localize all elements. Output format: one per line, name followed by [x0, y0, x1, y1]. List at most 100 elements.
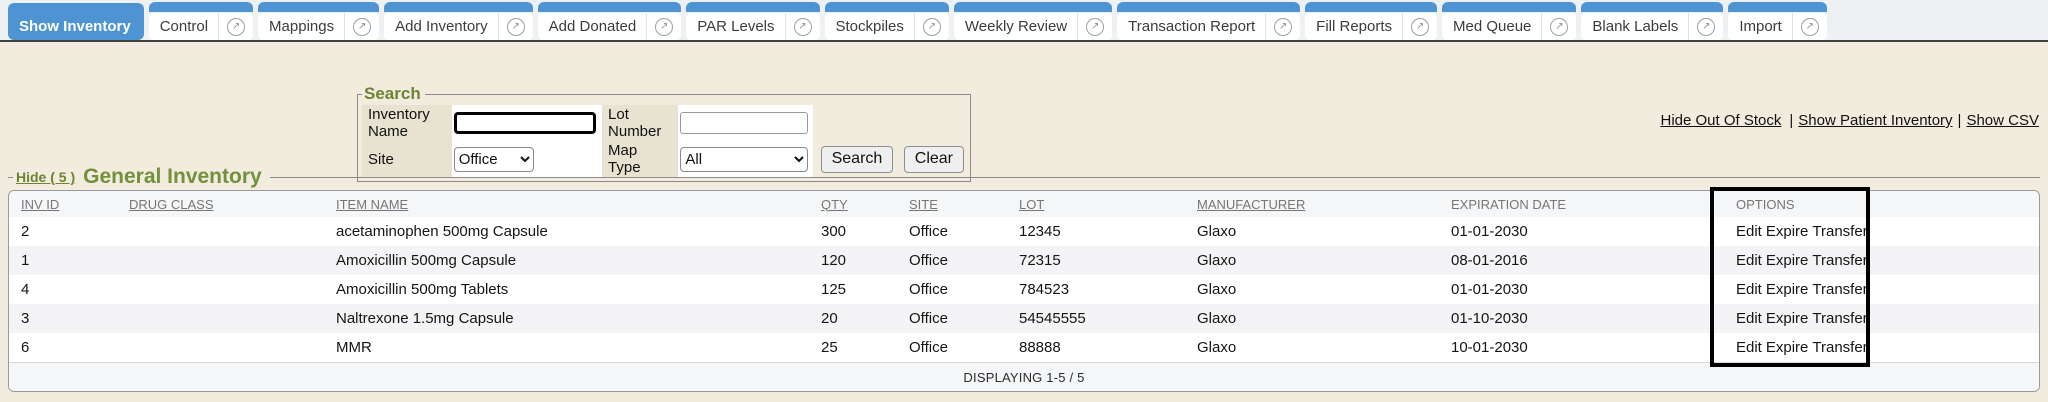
- cell-expiration_date: 01-01-2030: [1451, 223, 1713, 240]
- inventory-name-label: Inventory Name: [362, 105, 452, 141]
- row-action-expire[interactable]: Expire: [1766, 281, 1809, 298]
- row-action-expire[interactable]: Expire: [1766, 310, 1809, 327]
- col-header-drug_class[interactable]: DRUG CLASS: [129, 197, 336, 212]
- cell-expiration_date: 01-10-2030: [1451, 310, 1713, 327]
- tab-top-accent: [258, 2, 379, 12]
- row-action-transfer[interactable]: Transfer: [1812, 310, 1867, 327]
- open-new-window-icon[interactable]: ↗: [1411, 18, 1429, 36]
- tab-divider: [1265, 13, 1266, 40]
- cell-options: EditExpireTransfer: [1713, 281, 1869, 298]
- tab-add-inventory[interactable]: Add Inventory ↗: [384, 2, 533, 40]
- col-header-inv_id[interactable]: INV ID: [9, 197, 129, 212]
- open-new-window-icon[interactable]: ↗: [794, 18, 812, 36]
- row-action-edit[interactable]: Edit: [1736, 223, 1762, 240]
- open-new-window-icon[interactable]: ↗: [1550, 18, 1568, 36]
- tab-label: Add Inventory: [395, 18, 488, 35]
- tab-body-import[interactable]: Import ↗: [1728, 13, 1827, 40]
- tab-body-weekly-review[interactable]: Weekly Review↗: [954, 13, 1112, 40]
- open-new-window-icon[interactable]: ↗: [507, 18, 525, 36]
- row-action-edit[interactable]: Edit: [1736, 310, 1762, 327]
- tab-body-show-inventory[interactable]: Show Inventory: [8, 13, 144, 40]
- tab-divider: [1077, 13, 1078, 40]
- tab-body-fill-reports[interactable]: Fill Reports↗: [1305, 13, 1437, 40]
- tab-body-transaction-report[interactable]: Transaction Report ↗: [1117, 13, 1300, 40]
- col-header-lot[interactable]: LOT: [1019, 197, 1197, 212]
- open-new-window-icon[interactable]: ↗: [1274, 18, 1292, 36]
- cell-site: Office: [909, 310, 1019, 327]
- tab-top-accent: [1117, 2, 1300, 12]
- open-new-window-icon[interactable]: ↗: [1801, 18, 1819, 36]
- row-action-transfer[interactable]: Transfer: [1812, 223, 1867, 240]
- row-action-expire[interactable]: Expire: [1766, 252, 1809, 269]
- tab-divider: [344, 13, 345, 40]
- tab-control[interactable]: Control↗: [149, 2, 253, 40]
- col-header-qty[interactable]: QTY: [821, 197, 909, 212]
- open-new-window-icon[interactable]: ↗: [655, 18, 673, 36]
- tab-body-add-inventory[interactable]: Add Inventory ↗: [384, 13, 533, 40]
- row-action-transfer[interactable]: Transfer: [1812, 281, 1867, 298]
- col-header-manufacturer[interactable]: MANUFACTURER: [1197, 197, 1451, 212]
- open-new-window-icon[interactable]: ↗: [227, 18, 245, 36]
- tab-body-par-levels[interactable]: PAR Levels ↗: [686, 13, 819, 40]
- cell-options: EditExpireTransfer: [1713, 310, 1869, 327]
- tab-divider: [1541, 13, 1542, 40]
- tab-mappings[interactable]: Mappings↗: [258, 2, 379, 40]
- tab-par-levels[interactable]: PAR Levels ↗: [686, 2, 819, 40]
- table-row: 6MMR25Office88888Glaxo10-01-2030EditExpi…: [9, 333, 2039, 362]
- cell-lot: 12345: [1019, 223, 1197, 240]
- tab-fill-reports[interactable]: Fill Reports↗: [1305, 2, 1437, 40]
- inventory-table: INV IDDRUG CLASSITEM NAMEQTYSITELOTMANUF…: [8, 190, 2040, 392]
- inventory-name-input[interactable]: [454, 112, 596, 134]
- tab-blank-labels[interactable]: Blank Labels↗: [1581, 2, 1723, 40]
- paging-status: DISPLAYING 1-5 / 5: [9, 362, 2039, 391]
- lot-number-input[interactable]: [680, 112, 808, 134]
- general-inventory-header: Hide ( 5 ) General Inventory: [8, 164, 2040, 190]
- cell-site: Office: [909, 252, 1019, 269]
- open-new-window-icon[interactable]: ↗: [923, 18, 941, 36]
- tab-label: Import: [1739, 18, 1782, 35]
- col-header-item_name[interactable]: ITEM NAME: [336, 197, 821, 212]
- tab-body-mappings[interactable]: Mappings↗: [258, 13, 379, 40]
- row-action-edit[interactable]: Edit: [1736, 339, 1762, 356]
- page-title: General Inventory: [83, 165, 262, 189]
- row-action-edit[interactable]: Edit: [1736, 252, 1762, 269]
- tab-label: Transaction Report: [1128, 18, 1255, 35]
- tab-body-stockpiles[interactable]: Stockpiles↗: [825, 13, 949, 40]
- open-new-window-icon[interactable]: ↗: [353, 18, 371, 36]
- cell-lot: 54545555: [1019, 310, 1197, 327]
- tab-stockpiles[interactable]: Stockpiles↗: [825, 2, 949, 40]
- show-csv-link[interactable]: Show CSV: [1966, 112, 2039, 129]
- cell-options: EditExpireTransfer: [1713, 339, 1869, 356]
- tab-body-add-donated[interactable]: Add Donated↗: [538, 13, 682, 40]
- tab-top-accent: [1581, 2, 1723, 12]
- row-action-transfer[interactable]: Transfer: [1812, 339, 1867, 356]
- open-new-window-icon[interactable]: ↗: [1697, 18, 1715, 36]
- tab-show-inventory[interactable]: Show Inventory: [8, 3, 144, 40]
- tab-transaction-report[interactable]: Transaction Report ↗: [1117, 2, 1300, 40]
- tab-divider: [646, 13, 647, 40]
- tab-label: Show Inventory: [19, 18, 131, 35]
- cell-site: Office: [909, 339, 1019, 356]
- tab-top-accent: [384, 2, 533, 12]
- tab-import[interactable]: Import ↗: [1728, 2, 1827, 40]
- link-separator: |: [1789, 112, 1793, 129]
- tab-weekly-review[interactable]: Weekly Review↗: [954, 2, 1112, 40]
- tab-body-control[interactable]: Control↗: [149, 13, 253, 40]
- search-legend: Search: [362, 84, 425, 104]
- cell-manufacturer: Glaxo: [1197, 339, 1451, 356]
- tab-med-queue[interactable]: Med Queue↗: [1442, 2, 1576, 40]
- cell-site: Office: [909, 223, 1019, 240]
- row-action-edit[interactable]: Edit: [1736, 281, 1762, 298]
- row-action-expire[interactable]: Expire: [1766, 223, 1809, 240]
- open-new-window-icon[interactable]: ↗: [1086, 18, 1104, 36]
- hide-out-of-stock-link[interactable]: Hide Out Of Stock: [1660, 112, 1781, 129]
- hide-count-link[interactable]: Hide ( 5 ): [16, 169, 75, 185]
- tab-add-donated[interactable]: Add Donated↗: [538, 2, 682, 40]
- tab-body-blank-labels[interactable]: Blank Labels↗: [1581, 13, 1723, 40]
- row-action-expire[interactable]: Expire: [1766, 339, 1809, 356]
- show-patient-inventory-link[interactable]: Show Patient Inventory: [1798, 112, 1952, 129]
- tab-label: PAR Levels: [697, 18, 774, 35]
- tab-body-med-queue[interactable]: Med Queue↗: [1442, 13, 1576, 40]
- col-header-site[interactable]: SITE: [909, 197, 1019, 212]
- row-action-transfer[interactable]: Transfer: [1812, 252, 1867, 269]
